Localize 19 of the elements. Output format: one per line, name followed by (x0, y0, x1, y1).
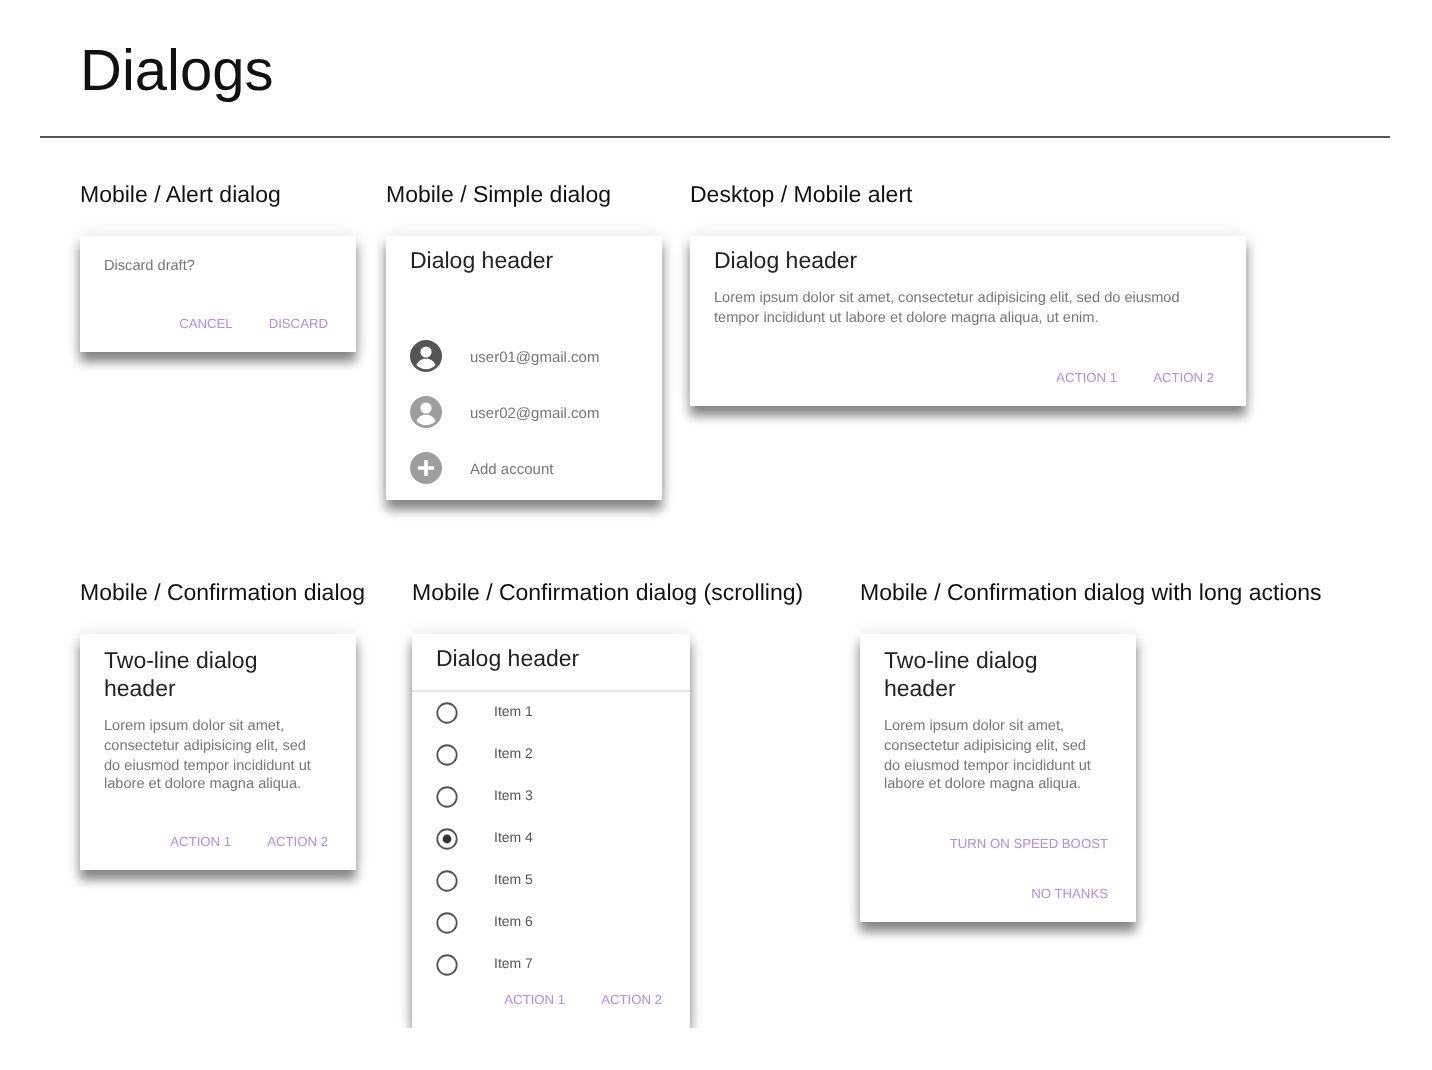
radio-button[interactable] (436, 954, 458, 976)
page-title: Dialogs (80, 38, 276, 108)
dialog-header: Dialog header (714, 248, 860, 276)
dialog-header: Two-line dialog header (104, 648, 260, 704)
section-label: Mobile / Alert dialog (80, 182, 283, 210)
dialog-header: Two-line dialog header (884, 648, 1040, 704)
dialog-header: Dialog header (434, 646, 582, 676)
radio-button[interactable] (436, 870, 458, 892)
radio-button[interactable] (436, 786, 458, 808)
radio-button[interactable] (436, 744, 458, 766)
section-label: Mobile / Confirmation dialog (80, 580, 368, 608)
radio-button[interactable] (436, 702, 458, 724)
section-label: Desktop / Mobile alert (690, 182, 915, 210)
section-label: Mobile / Simple dialog (386, 182, 614, 210)
section-label: Mobile / Confirmation dialog with long actions (860, 580, 1324, 608)
radio-button[interactable] (436, 828, 458, 850)
radio-button[interactable] (436, 912, 458, 934)
section-label: Mobile / Confirmation dialog (scrolling) (412, 580, 806, 608)
dialog-header: Dialog header (410, 248, 556, 276)
